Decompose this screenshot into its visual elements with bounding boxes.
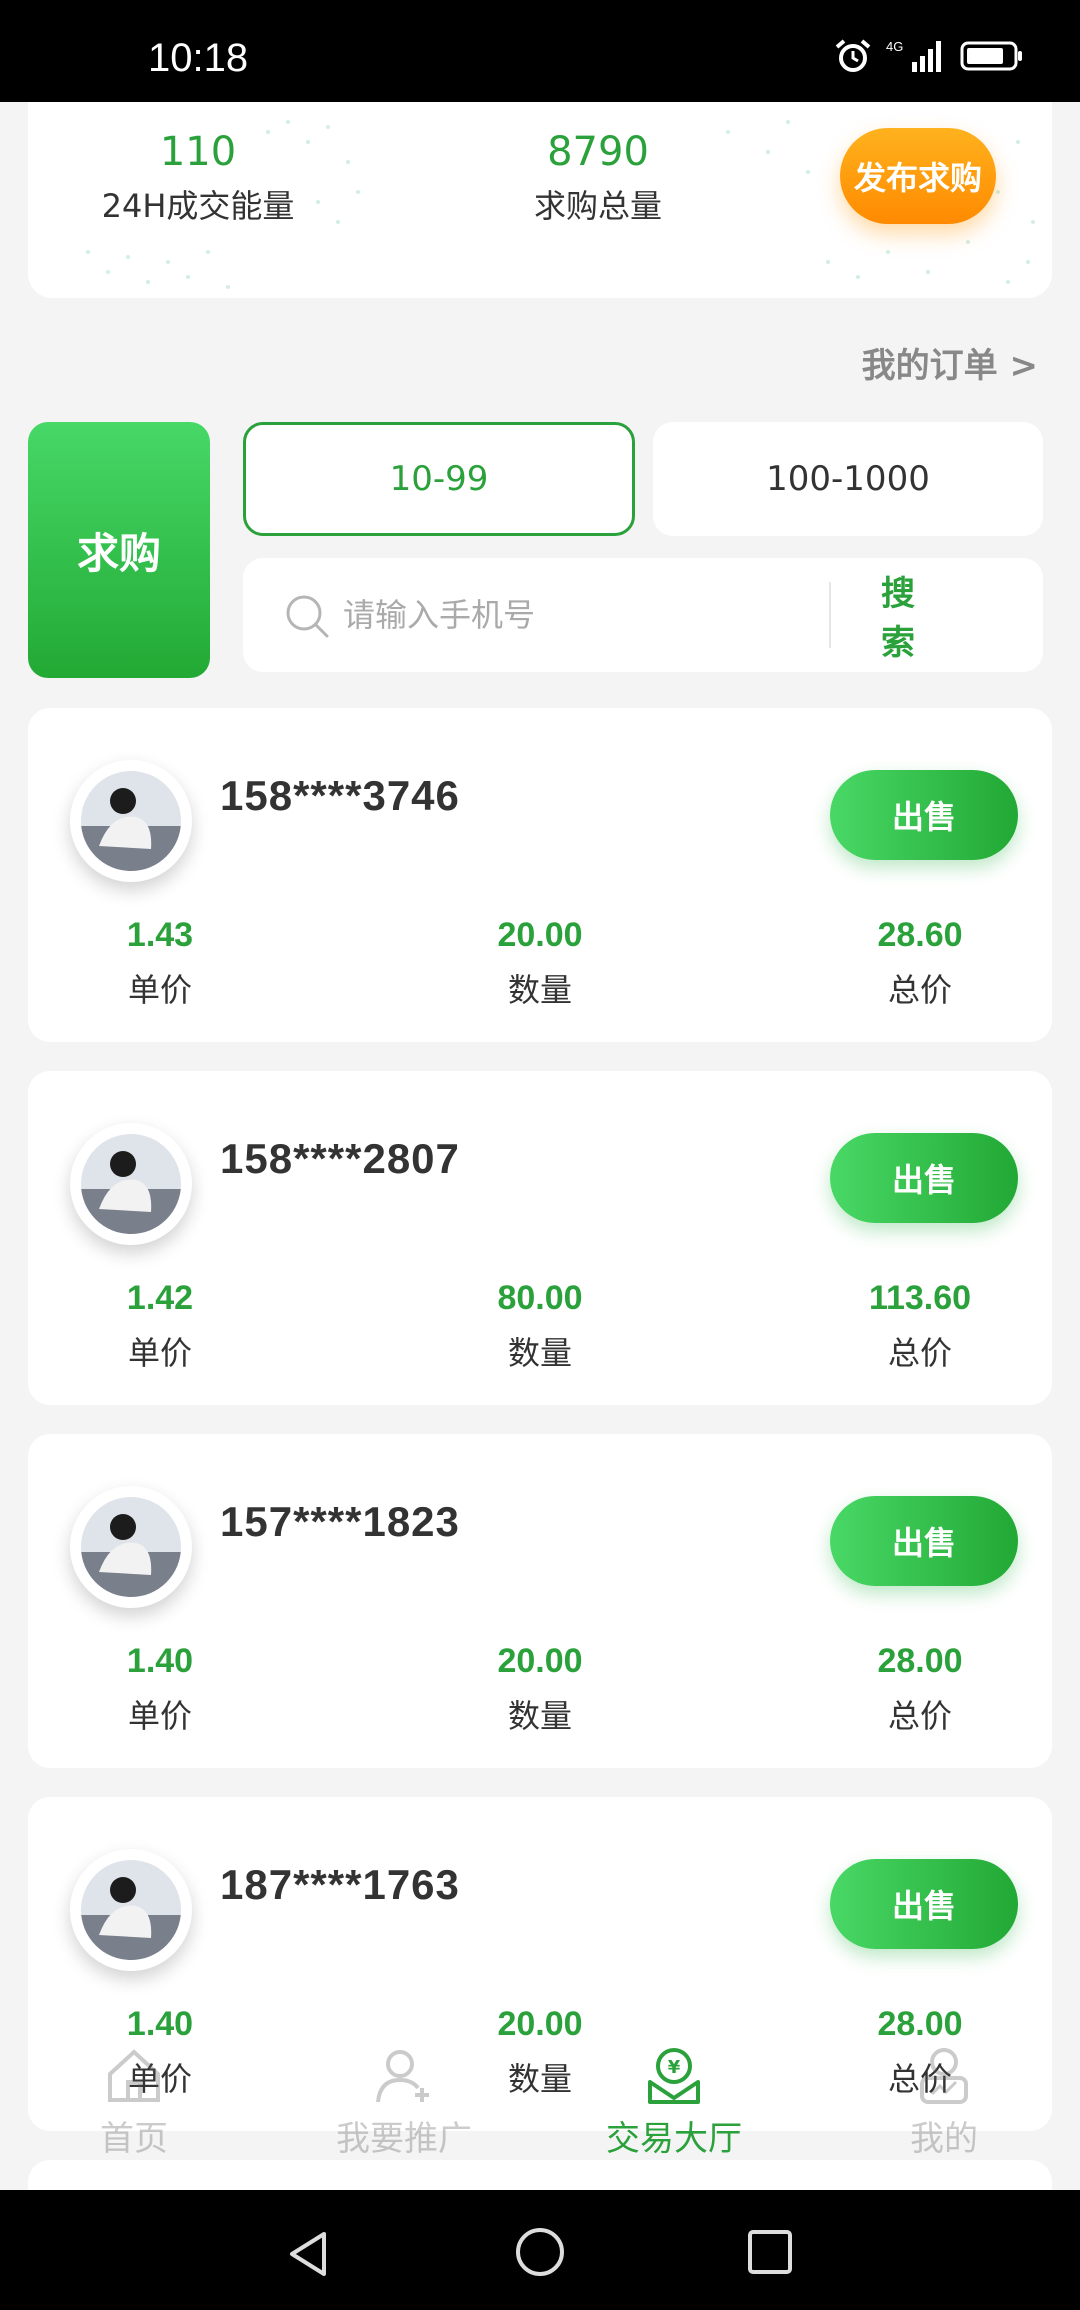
- buy-tab[interactable]: 求购: [28, 422, 210, 678]
- price-value: 1.40: [126, 1642, 194, 1680]
- recent-apps-icon[interactable]: [744, 2226, 796, 2278]
- user-add-icon: [376, 2050, 429, 2103]
- search-icon: [286, 595, 329, 638]
- avatar-image: [81, 771, 181, 871]
- price-label: 单价: [127, 1334, 192, 1372]
- avatar: [70, 1486, 192, 1608]
- tab-trade-hall[interactable]: ¥ 交易大厅: [564, 2044, 784, 2164]
- tab-home[interactable]: 首页: [24, 2044, 244, 2164]
- stat-volume: 110 24H成交能量: [28, 126, 368, 234]
- order-card: 158****2807 出售 1.42 单价 80.00 数量 113.60 总…: [28, 1071, 1052, 1405]
- metric-total: 28.60 总价: [810, 908, 1030, 1018]
- sell-button[interactable]: 出售: [830, 1496, 1018, 1586]
- user-phone: 158****2807: [220, 1135, 460, 1182]
- avatar: [70, 1123, 192, 1245]
- metric-price: 1.43 单价: [50, 908, 270, 1018]
- quantity-label: 数量: [507, 1697, 572, 1735]
- stat-total: 8790 求购总量: [388, 126, 808, 234]
- stat-total-label: 求购总量: [533, 187, 662, 225]
- stats-card: 110 24H成交能量 8790 求购总量 发布求购: [28, 102, 1052, 298]
- signal-icon: 4G: [886, 39, 941, 72]
- price-label: 单价: [127, 971, 192, 1009]
- quantity-value: 20.00: [497, 1642, 583, 1680]
- my-orders-link[interactable]: 我的订单 >: [862, 338, 1038, 387]
- sell-button[interactable]: 出售: [830, 770, 1018, 860]
- order-card: 158****3746 出售 1.43 单价 20.00 数量 28.60 总价: [28, 708, 1052, 1042]
- quantity-value: 80.00: [497, 1279, 583, 1317]
- total-label: 总价: [887, 1334, 952, 1372]
- price-value: 1.43: [126, 916, 194, 954]
- network-label: 4G: [886, 39, 903, 54]
- tab-profile[interactable]: 我的: [834, 2044, 1054, 2164]
- status-time: 10:18: [148, 36, 249, 80]
- total-value: 113.60: [868, 1279, 972, 1317]
- system-nav-bar: [0, 2190, 1080, 2310]
- metric-total: 113.60 总价: [810, 1271, 1030, 1381]
- search-box: 搜 索: [243, 558, 1043, 672]
- battery-icon: [960, 41, 1022, 71]
- bottom-tab-bar: 首页 我要推广 ¥ 交易大厅 我的: [0, 2030, 1080, 2190]
- search-divider: [829, 582, 831, 648]
- metric-price: 1.40 单价: [50, 1634, 270, 1744]
- metric-price: 1.42 单价: [50, 1271, 270, 1381]
- total-value: 28.60: [877, 916, 963, 954]
- quantity-label: 数量: [507, 971, 572, 1009]
- tab-home-label: 首页: [100, 2119, 168, 2159]
- total-label: 总价: [887, 1697, 952, 1735]
- total-label: 总价: [887, 971, 952, 1009]
- price-label: 单价: [127, 1697, 192, 1735]
- status-bar: 10:18 4G: [0, 0, 1080, 102]
- tab-trade-hall-label: 交易大厅: [606, 2119, 742, 2159]
- user-phone: 158****3746: [220, 772, 460, 819]
- stat-volume-label: 24H成交能量: [101, 187, 295, 225]
- sell-button[interactable]: 出售: [830, 1859, 1018, 1949]
- back-icon[interactable]: [280, 2226, 336, 2282]
- status-icons: 4G: [834, 38, 1024, 74]
- avatar: [70, 1849, 192, 1971]
- avatar: [70, 760, 192, 882]
- range-option-100-1000[interactable]: 100-1000: [653, 422, 1043, 536]
- stat-volume-value: 110: [159, 129, 237, 175]
- price-value: 1.42: [126, 1279, 194, 1317]
- tab-promote[interactable]: 我要推广: [294, 2044, 514, 2164]
- svg-text:¥: ¥: [668, 2057, 681, 2078]
- publish-buy-button[interactable]: 发布求购: [840, 128, 996, 224]
- avatar-image: [81, 1860, 181, 1960]
- avatar-image: [81, 1497, 181, 1597]
- metric-quantity: 20.00 数量: [430, 1634, 650, 1744]
- tab-promote-label: 我要推广: [336, 2119, 472, 2159]
- sell-button[interactable]: 出售: [830, 1133, 1018, 1223]
- tab-profile-label: 我的: [910, 2119, 978, 2159]
- home-icon: [108, 2049, 160, 2102]
- profile-icon: [920, 2048, 968, 2104]
- quantity-label: 数量: [507, 1334, 572, 1372]
- stat-total-value: 8790: [547, 129, 649, 175]
- user-phone: 157****1823: [220, 1498, 460, 1545]
- metric-total: 28.00 总价: [810, 1634, 1030, 1744]
- alarm-icon: [835, 39, 871, 72]
- phone-search-input[interactable]: [343, 588, 803, 642]
- search-button[interactable]: 搜 索: [853, 574, 1023, 663]
- avatar-image: [81, 1134, 181, 1234]
- order-card: 157****1823 出售 1.40 单价 20.00 数量 28.00 总价: [28, 1434, 1052, 1768]
- total-value: 28.00: [877, 1642, 963, 1680]
- metric-quantity: 20.00 数量: [430, 908, 650, 1018]
- metric-quantity: 80.00 数量: [430, 1271, 650, 1381]
- trade-hall-icon: ¥: [648, 2048, 700, 2104]
- range-option-10-99[interactable]: 10-99: [243, 422, 635, 536]
- quantity-value: 20.00: [497, 916, 583, 954]
- home-circle-icon[interactable]: [512, 2224, 568, 2280]
- user-phone: 187****1763: [220, 1861, 460, 1908]
